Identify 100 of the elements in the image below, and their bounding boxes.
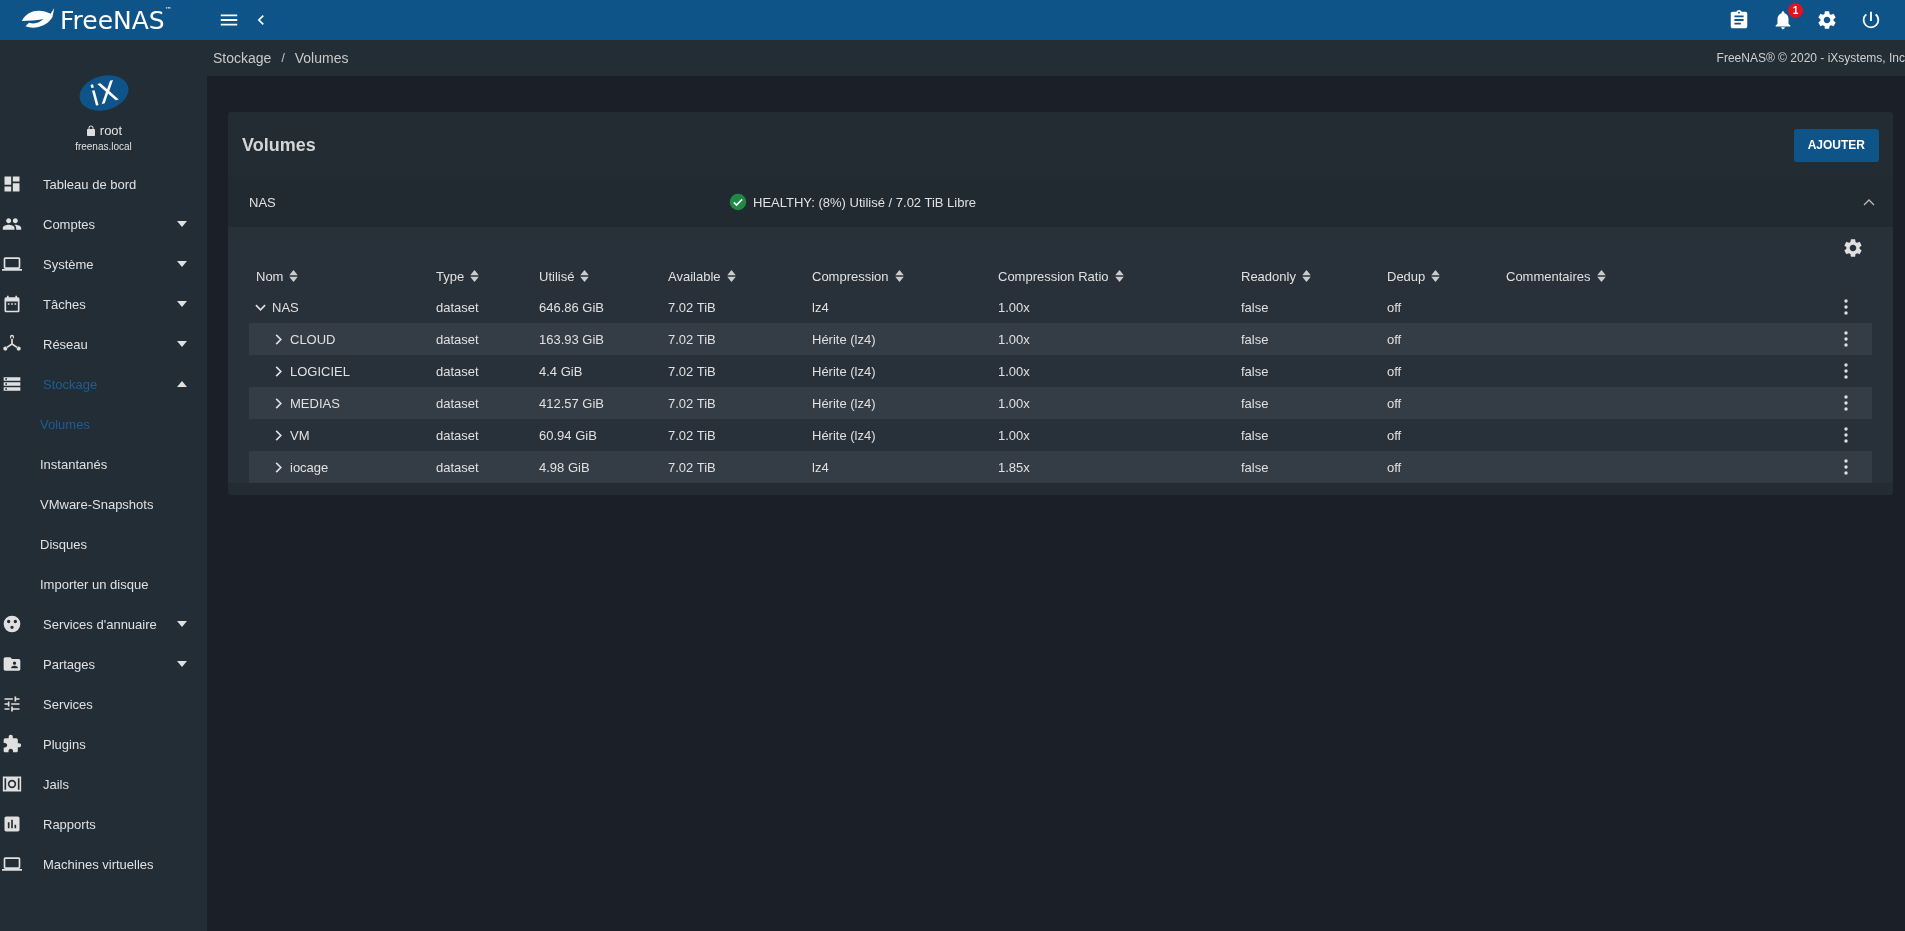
monitor-icon (2, 854, 22, 874)
pool-name: NAS (249, 194, 277, 210)
nav-item[interactable]: Services (0, 684, 207, 724)
nav-item[interactable]: Plugins (0, 724, 207, 764)
folder-person-icon (2, 654, 22, 674)
table-cell: 7.02 TiB (668, 331, 716, 347)
caret-down-icon (177, 621, 187, 627)
column-header[interactable]: Readonly (1234, 268, 1380, 284)
table-cell: 1.00x (998, 331, 1030, 347)
sort-icon (289, 270, 299, 282)
cage-icon (2, 774, 22, 794)
nav-item[interactable]: Machines virtuelles (0, 844, 207, 884)
sort-icon (894, 270, 904, 282)
table-cell: dataset (436, 363, 479, 379)
chevron-right-icon[interactable] (273, 461, 284, 473)
table-cell: 7.02 TiB (668, 427, 716, 443)
settings-icon[interactable] (1816, 9, 1838, 31)
table-cell: lz4 (812, 459, 829, 475)
table-cell: 1.00x (998, 395, 1030, 411)
chevron-right-icon[interactable] (273, 333, 284, 345)
column-header[interactable]: Commentaires (1499, 268, 1812, 284)
username: root (99, 123, 123, 138)
laptop-icon (2, 254, 22, 274)
nav-subitem[interactable]: Instantanés (0, 444, 207, 484)
breadcrumb-separator: / (281, 51, 285, 65)
table-cell: 60.94 GiB (539, 427, 597, 443)
sort-icon (580, 270, 590, 282)
table-cell: 1.00x (998, 299, 1030, 315)
puzzle-icon (2, 734, 22, 754)
table-cell: false (1241, 427, 1269, 443)
table-cell: false (1241, 395, 1269, 411)
caret-down-icon (177, 221, 187, 227)
column-header[interactable]: Utilisé (532, 268, 661, 284)
network-icon (2, 334, 22, 354)
column-header[interactable]: Type (429, 268, 532, 284)
copyright-text: FreeNAS® © 2020 - iXsystems, Inc (1716, 51, 1905, 65)
dataset-name: MEDIAS (290, 395, 340, 411)
nav-subitem[interactable]: Importer un disque (0, 564, 207, 604)
table-cell: 163.93 GiB (539, 331, 605, 347)
caret-down-icon (177, 341, 187, 347)
table-cell: lz4 (812, 299, 829, 315)
chevron-right-icon[interactable] (273, 365, 284, 377)
circle-dots-icon (2, 614, 22, 634)
settings-icon[interactable] (1842, 237, 1864, 259)
notification-badge: 1 (1788, 3, 1803, 18)
column-header[interactable]: Compression Ratio (991, 268, 1234, 284)
more-options-icon[interactable] (1843, 459, 1848, 475)
table-cell: 1.00x (998, 363, 1030, 379)
dataset-name: VM (290, 427, 310, 443)
sort-icon (726, 270, 736, 282)
add-button[interactable]: AJOUTER (1793, 128, 1879, 162)
column-header[interactable]: Available (661, 268, 805, 284)
table-cell: 646.86 GiB (539, 299, 605, 315)
column-header[interactable]: Nom (249, 268, 429, 284)
more-options-icon[interactable] (1843, 363, 1848, 379)
nav-item[interactable]: Jails (0, 764, 207, 804)
table-cell: off (1387, 331, 1402, 347)
caret-down-icon (177, 301, 187, 307)
chevron-right-icon[interactable] (273, 429, 284, 441)
more-options-icon[interactable] (1843, 299, 1848, 315)
table-cell: Hérite (lz4) (812, 331, 876, 347)
table-cell: Hérite (lz4) (812, 395, 876, 411)
column-header[interactable]: Dedup (1380, 268, 1499, 284)
nav-item[interactable]: Partages (0, 644, 207, 684)
caret-up-icon (177, 381, 187, 387)
dataset-name: LOGICIEL (290, 363, 350, 379)
dataset-name: NAS (272, 299, 299, 315)
nav-item[interactable]: Tâches (0, 284, 207, 324)
sort-icon (1114, 270, 1124, 282)
nav-item[interactable]: Services d'annuaire (0, 604, 207, 644)
table-cell: 1.00x (998, 427, 1030, 443)
power-icon[interactable] (1860, 9, 1882, 31)
nav-item[interactable]: Réseau (0, 324, 207, 364)
sort-icon (1596, 270, 1606, 282)
nav-subitem[interactable]: VMware-Snapshots (0, 484, 207, 524)
table-cell: 1.85x (998, 459, 1030, 475)
table-cell: 7.02 TiB (668, 363, 716, 379)
nav-item[interactable]: Comptes (0, 204, 207, 244)
nav-item[interactable]: Rapports (0, 804, 207, 844)
sort-icon (1431, 270, 1441, 282)
breadcrumb-link[interactable]: Stockage (213, 50, 272, 66)
nav-item[interactable]: Système (0, 244, 207, 284)
sliders-icon (2, 694, 22, 714)
more-options-icon[interactable] (1843, 427, 1848, 443)
table-cell: dataset (436, 299, 479, 315)
nav-subitem[interactable]: Disques (0, 524, 207, 564)
more-options-icon[interactable] (1843, 395, 1848, 411)
table-cell: Hérite (lz4) (812, 427, 876, 443)
table-cell: Hérite (lz4) (812, 363, 876, 379)
column-header[interactable]: Compression (805, 268, 991, 284)
sort-icon (1301, 270, 1311, 282)
table-cell: off (1387, 363, 1402, 379)
chevron-right-icon[interactable] (273, 397, 284, 409)
breadcrumb-current: Volumes (294, 50, 349, 66)
clipboard-icon[interactable] (1728, 9, 1750, 31)
chevron-up-icon[interactable] (1863, 198, 1875, 206)
more-options-icon[interactable] (1843, 331, 1848, 347)
table-cell: dataset (436, 427, 479, 443)
nav-item[interactable]: Tableau de bord (0, 164, 207, 204)
dataset-name: iocage (290, 459, 329, 475)
